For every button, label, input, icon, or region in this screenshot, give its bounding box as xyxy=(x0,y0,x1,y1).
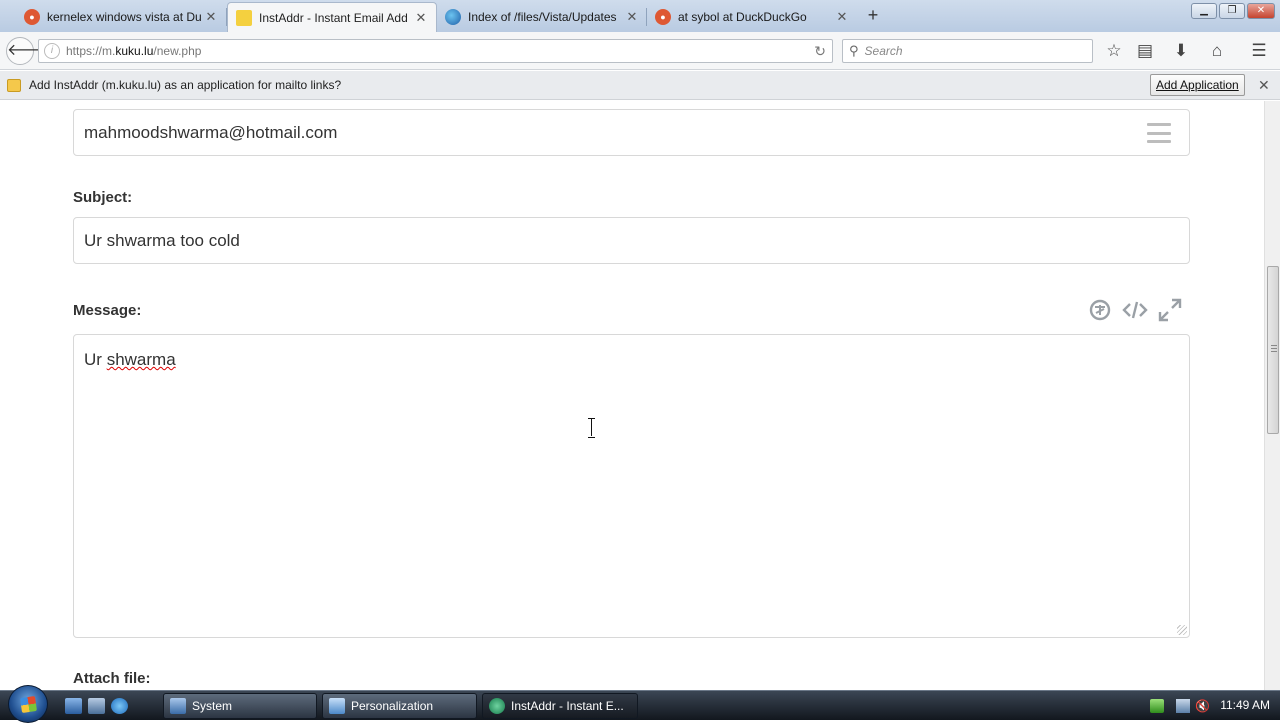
personalization-icon xyxy=(329,698,345,714)
back-button[interactable]: 🡐 xyxy=(6,37,50,65)
bookmark-star-icon[interactable]: ☆ xyxy=(1103,40,1125,62)
notification-message: Add InstAddr (m.kuku.lu) as an applicati… xyxy=(29,78,342,92)
subject-value: Ur shwarma too cold xyxy=(84,231,240,250)
subject-field[interactable]: Ur shwarma too cold xyxy=(73,217,1190,264)
internet-explorer-icon[interactable] xyxy=(111,698,128,714)
home-icon[interactable]: ⌂ xyxy=(1206,40,1228,62)
close-icon[interactable]: ✕ xyxy=(625,9,639,25)
search-icon: ⚲ xyxy=(849,43,859,58)
reload-icon[interactable]: ↻ xyxy=(814,43,826,60)
restore-button[interactable]: ❐ xyxy=(1219,3,1245,19)
taskbar-clock[interactable]: 11:49 AM xyxy=(1220,698,1270,712)
hamburger-menu-icon[interactable] xyxy=(1147,123,1171,143)
volume-muted-icon[interactable]: 🔇 xyxy=(1195,699,1210,713)
recipient-value: mahmoodshwarma@hotmail.com xyxy=(84,123,338,142)
mail-icon xyxy=(7,78,21,92)
download-icon[interactable]: ⬇ xyxy=(1170,40,1192,62)
message-text: Ur shwarma xyxy=(84,350,176,369)
tab-index-vista-updates[interactable]: Index of /files/Vista/Updates ✕ xyxy=(437,2,647,32)
menu-icon[interactable]: ☰ xyxy=(1248,40,1270,62)
message-textarea[interactable]: Ur shwarma xyxy=(73,334,1190,638)
close-icon[interactable]: ✕ xyxy=(835,9,849,25)
tab-title: Index of /files/Vista/Updates xyxy=(468,10,617,24)
window-close-button[interactable]: ✕ xyxy=(1247,3,1275,19)
attach-file-label: Attach file: xyxy=(73,670,151,687)
reading-list-icon[interactable]: ▤ xyxy=(1134,40,1156,62)
url-domain: kuku.lu xyxy=(115,44,154,58)
close-icon[interactable]: ✕ xyxy=(1258,77,1270,94)
taskbar-button-personalization[interactable]: Personalization xyxy=(322,693,477,719)
taskbar-button-system[interactable]: System xyxy=(163,693,317,719)
duckduckgo-icon: ● xyxy=(24,9,40,25)
recipient-field[interactable]: mahmoodshwarma@hotmail.com xyxy=(73,109,1190,156)
taskbar-button-label: InstAddr - Instant E... xyxy=(511,699,624,713)
browser-icon xyxy=(489,698,505,714)
scrollbar-thumb[interactable] xyxy=(1267,266,1279,434)
minimize-button[interactable]: ▁ xyxy=(1191,3,1217,19)
translate-icon[interactable] xyxy=(1086,297,1114,323)
scroll-grip xyxy=(1271,345,1277,352)
url-prefix: https://m. xyxy=(66,44,116,58)
computer-icon xyxy=(170,698,186,714)
subject-label: Subject: xyxy=(73,189,133,206)
network-icon[interactable] xyxy=(1176,699,1190,713)
tab-strip: ● kernelex windows vista at Du ✕ InstAdd… xyxy=(0,0,1280,32)
show-desktop-icon[interactable] xyxy=(65,698,82,714)
message-word: Ur xyxy=(84,350,102,369)
taskbar-button-label: Personalization xyxy=(351,699,434,713)
expand-icon[interactable] xyxy=(1156,297,1184,323)
search-input[interactable]: ⚲ Search xyxy=(842,39,1093,63)
code-icon[interactable] xyxy=(1121,297,1149,323)
tab-sybol-search[interactable]: ● at sybol at DuckDuckGo ✕ xyxy=(647,2,857,32)
url-path: /new.php xyxy=(153,44,202,58)
notification-bar: Add InstAddr (m.kuku.lu) as an applicati… xyxy=(0,71,1280,100)
search-placeholder: Search xyxy=(864,44,903,58)
close-icon[interactable]: ✕ xyxy=(204,9,218,25)
vertical-scrollbar[interactable] xyxy=(1264,101,1280,690)
message-label: Message: xyxy=(73,302,142,319)
tab-instaddr[interactable]: InstAddr - Instant Email Add ✕ xyxy=(227,2,437,32)
taskbar-button-label: System xyxy=(192,699,233,713)
windows-taskbar: System Personalization InstAddr - Instan… xyxy=(0,685,1280,723)
add-application-button[interactable]: Add Application xyxy=(1150,74,1245,96)
globe-icon xyxy=(445,9,461,25)
tab-title: at sybol at DuckDuckGo xyxy=(678,10,807,24)
switch-windows-icon[interactable] xyxy=(88,698,105,714)
text-cursor xyxy=(588,418,596,438)
taskbar-button-instaddr[interactable]: InstAddr - Instant E... xyxy=(482,693,638,719)
close-icon[interactable]: ✕ xyxy=(414,10,428,26)
duckduckgo-icon: ● xyxy=(655,9,671,25)
page-content: mahmoodshwarma@hotmail.com Subject: Ur s… xyxy=(0,101,1264,690)
resize-handle[interactable] xyxy=(1177,625,1187,635)
tab-title: kernelex windows vista at Du xyxy=(47,10,202,24)
url-text: https://m.kuku.lu/new.php xyxy=(66,44,201,58)
tab-title: InstAddr - Instant Email Add xyxy=(259,10,408,25)
instaddr-icon xyxy=(236,9,252,26)
new-tab-button[interactable]: + xyxy=(862,4,884,26)
navigation-bar: 🡐 i https://m.kuku.lu/new.php ↻ ⚲ Search… xyxy=(0,32,1280,70)
misspelled-word: shwarma xyxy=(106,350,176,369)
system-tray: 🔇 11:49 AM xyxy=(1140,691,1280,721)
tab-kernelex-search[interactable]: ● kernelex windows vista at Du ✕ xyxy=(16,2,226,32)
start-button[interactable] xyxy=(8,685,48,723)
url-bar[interactable]: i https://m.kuku.lu/new.php ↻ xyxy=(38,39,833,63)
info-icon[interactable]: i xyxy=(44,43,60,59)
security-icon[interactable] xyxy=(1150,699,1164,713)
